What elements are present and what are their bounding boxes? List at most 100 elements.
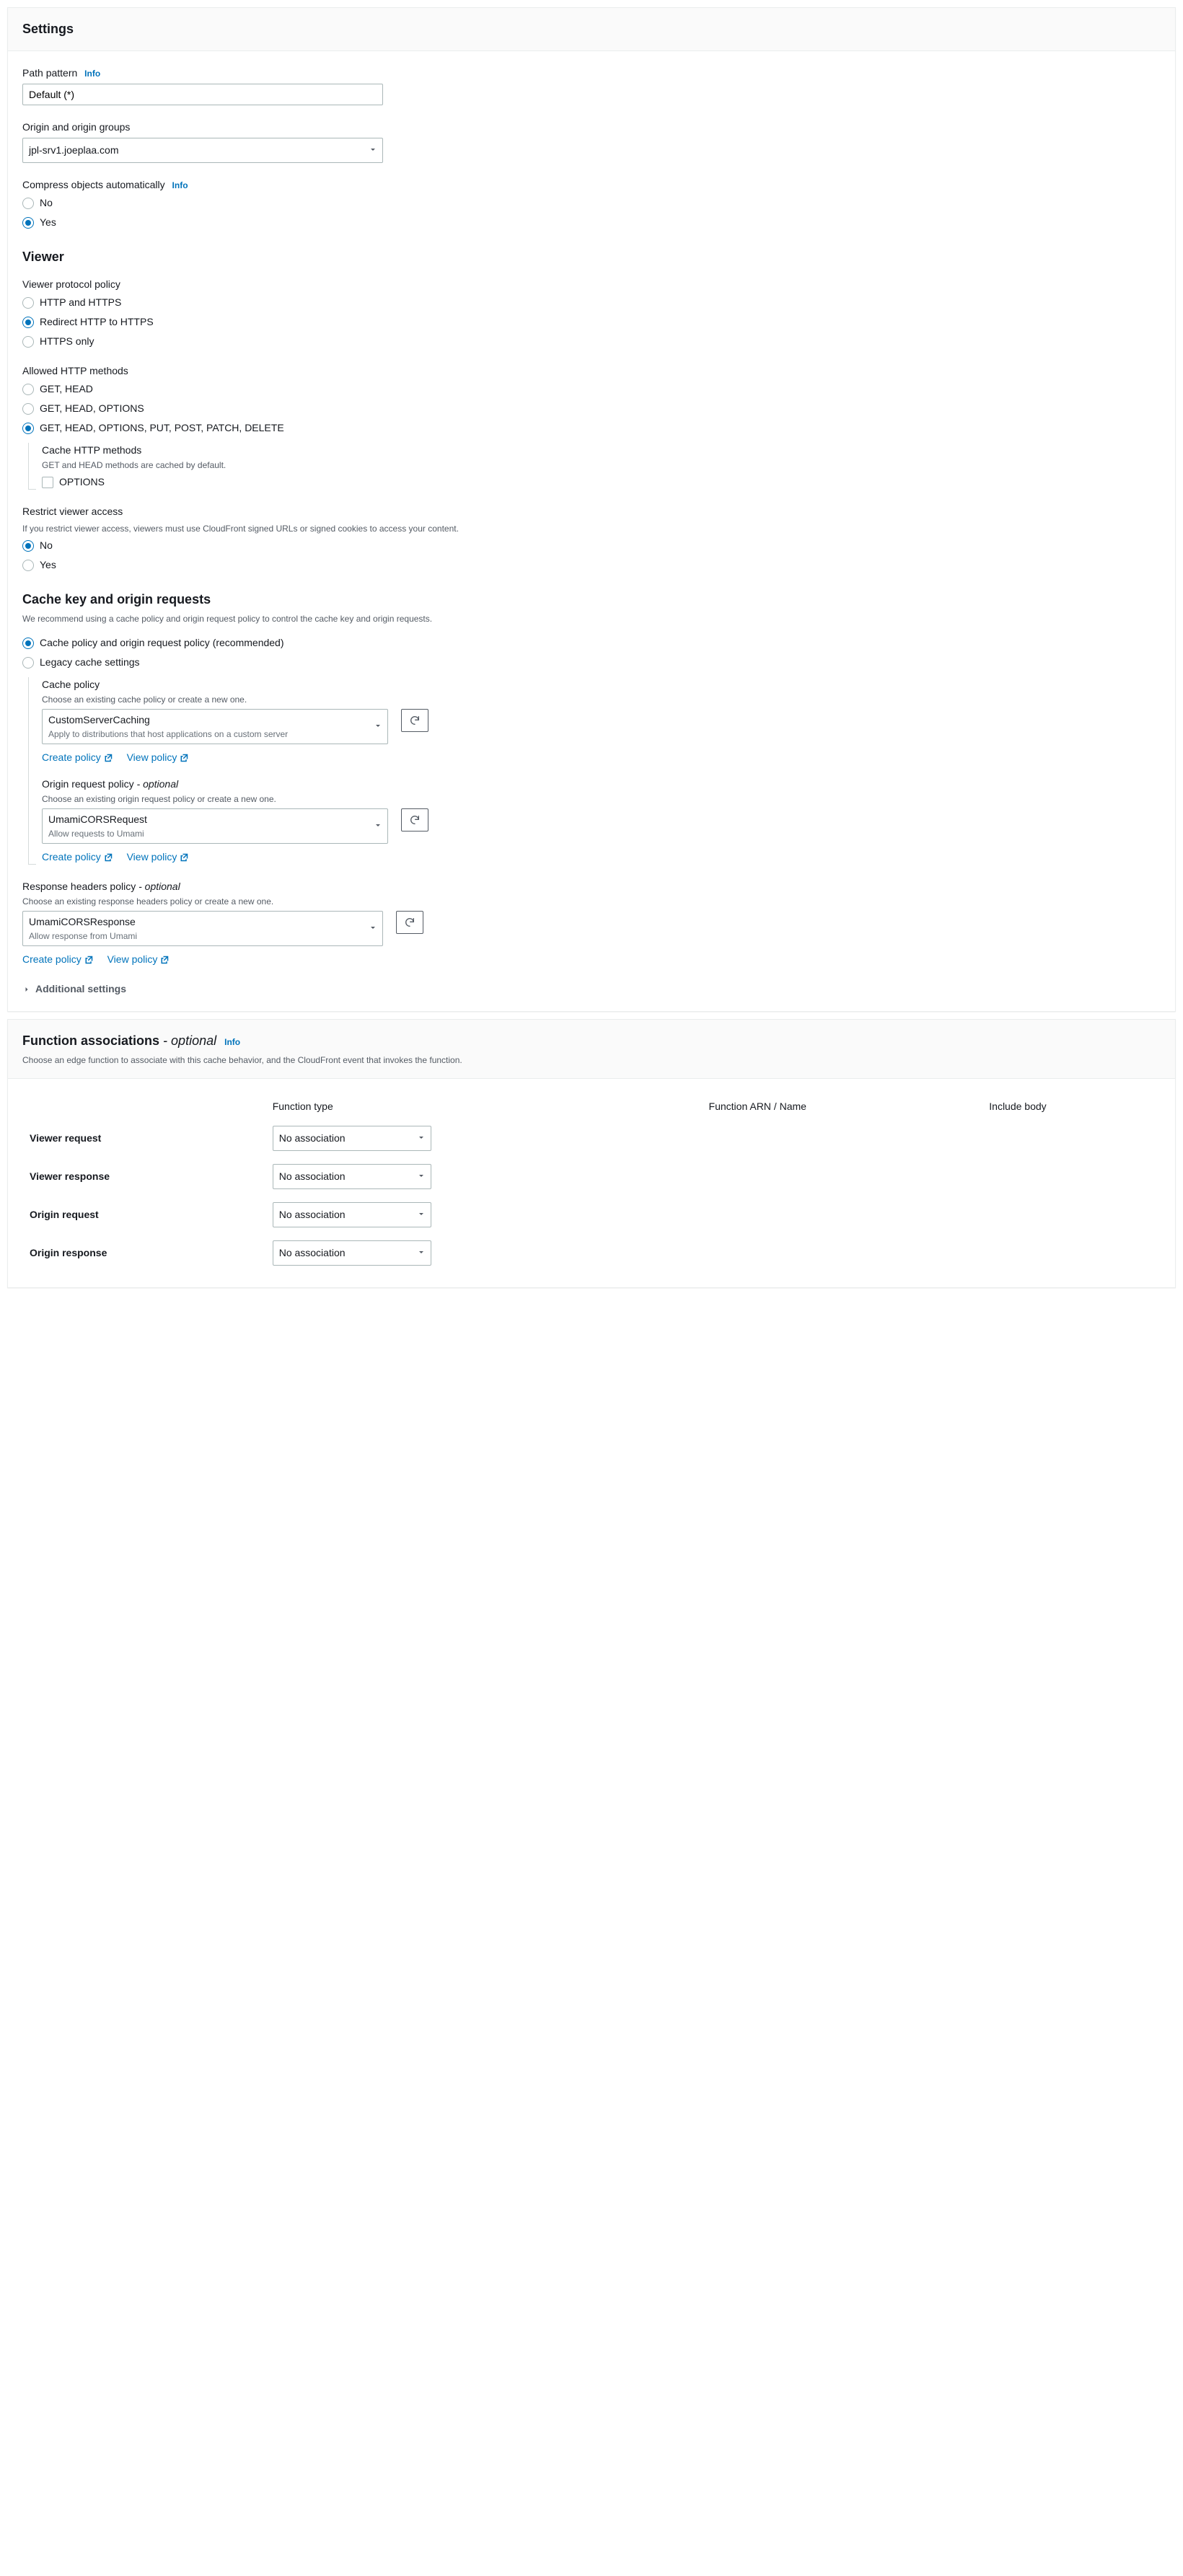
response-headers-label: Response headers policy - optional — [22, 879, 1161, 894]
settings-body: Path pattern Info Origin and origin grou… — [8, 51, 1175, 1011]
external-link-icon — [104, 754, 113, 762]
cachekey-heading: Cache key and origin requests — [22, 590, 1161, 609]
protocol-opt2: HTTPS only — [40, 334, 94, 349]
path-pattern-label: Path pattern Info — [22, 66, 1161, 81]
radio-icon-selected — [22, 423, 34, 434]
response-headers-desc: Choose an existing response headers poli… — [22, 895, 1161, 908]
origin-request-label: Origin request policy - optional — [42, 777, 1161, 792]
function-row: Origin requestNo association — [24, 1196, 1159, 1233]
compress-radio-no[interactable]: No — [22, 195, 1161, 211]
allowed-methods-field: Allowed HTTP methods GET, HEAD GET, HEAD… — [22, 363, 1161, 490]
function-row: Viewer request No association — [24, 1120, 1159, 1157]
origin-request-desc: Choose an existing origin request policy… — [42, 793, 1161, 806]
viewer-protocol-radio-http[interactable]: HTTP and HTTPS — [22, 295, 1161, 310]
cache-policy-desc: Choose an existing cache policy or creat… — [42, 693, 1161, 706]
external-link-icon — [84, 956, 93, 964]
radio-icon — [22, 336, 34, 348]
origin-request-value: UmamiCORSRequest — [48, 812, 367, 827]
cachekey-radio-policy[interactable]: Cache policy and origin request policy (… — [22, 635, 1161, 650]
methods-radio-0[interactable]: GET, HEAD — [22, 381, 1161, 397]
function-type-select[interactable]: No association — [273, 1126, 431, 1151]
path-pattern-input[interactable] — [22, 84, 383, 105]
response-headers-select[interactable]: UmamiCORSResponse Allow response from Um… — [22, 911, 383, 946]
compress-info-link[interactable]: Info — [172, 180, 188, 190]
restrict-access-field: Restrict viewer access If you restrict v… — [22, 504, 1161, 573]
external-link-icon — [104, 853, 113, 862]
path-pattern-info-link[interactable]: Info — [84, 69, 100, 79]
methods-opt2: GET, HEAD, OPTIONS, PUT, POST, PATCH, DE… — [40, 420, 284, 436]
col-blank — [24, 1095, 265, 1119]
function-type-value: No association — [279, 1132, 346, 1144]
additional-settings-toggle[interactable]: Additional settings — [22, 982, 1161, 997]
response-headers-create-link[interactable]: Create policy — [22, 952, 93, 967]
cache-policy-label: Cache policy — [42, 677, 1161, 692]
origin-select[interactable]: jpl-srv1.joeplaa.com — [22, 138, 383, 163]
response-headers-label-text: Response headers policy — [22, 881, 136, 892]
origin-request-view-link[interactable]: View policy — [127, 850, 189, 865]
origin-request-select[interactable]: UmamiCORSRequest Allow requests to Umami — [42, 808, 388, 844]
viewer-heading: Viewer — [22, 247, 1161, 267]
functions-title-text: Function associations — [22, 1033, 159, 1048]
function-type-select[interactable]: No association — [273, 1202, 431, 1227]
function-type-value: No association — [279, 1170, 346, 1182]
compress-radio-yes[interactable]: Yes — [22, 215, 1161, 230]
restrict-radio-yes[interactable]: Yes — [22, 557, 1161, 573]
response-headers-refresh-button[interactable] — [396, 911, 423, 934]
functions-body: Function type Function ARN / Name Includ… — [8, 1079, 1175, 1287]
restrict-radio-no[interactable]: No — [22, 538, 1161, 553]
caret-right-icon — [22, 985, 31, 994]
cache-methods-desc: GET and HEAD methods are cached by defau… — [42, 459, 1161, 472]
radio-icon-selected — [22, 217, 34, 229]
compress-label: Compress objects automatically Info — [22, 177, 1161, 193]
compress-no-label: No — [40, 195, 53, 211]
origin-request-create-link[interactable]: Create policy — [42, 850, 113, 865]
refresh-icon — [409, 715, 421, 726]
radio-icon-selected — [22, 317, 34, 328]
function-type-select[interactable]: No association — [273, 1240, 431, 1266]
cachekey-opt1: Legacy cache settings — [40, 655, 140, 670]
functions-info-link[interactable]: Info — [224, 1037, 240, 1047]
functions-desc: Choose an edge function to associate wit… — [22, 1054, 1161, 1067]
response-headers-sub: Allow response from Umami — [29, 930, 362, 943]
radio-icon — [22, 384, 34, 395]
radio-icon — [22, 403, 34, 415]
radio-icon-selected — [22, 540, 34, 552]
function-type-select[interactable]: No association — [273, 1164, 431, 1189]
cachekey-opt0: Cache policy and origin request policy (… — [40, 635, 284, 650]
cache-policy-refresh-button[interactable] — [401, 709, 428, 732]
restrict-yes: Yes — [40, 557, 56, 573]
viewer-protocol-radio-redirect[interactable]: Redirect HTTP to HTTPS — [22, 314, 1161, 330]
cache-policy-create-link[interactable]: Create policy — [42, 750, 113, 765]
radio-icon — [22, 297, 34, 309]
checkbox-icon — [42, 477, 53, 488]
protocol-opt0: HTTP and HTTPS — [40, 295, 121, 310]
origin-field: Origin and origin groups jpl-srv1.joepla… — [22, 120, 1161, 163]
create-policy-text: Create policy — [42, 750, 101, 765]
function-row-label: Viewer request — [24, 1120, 265, 1157]
col-include-body: Include body — [983, 1095, 1159, 1119]
response-headers-field: Response headers policy - optional Choos… — [22, 879, 1161, 967]
methods-opt0: GET, HEAD — [40, 381, 93, 397]
cache-policy-view-link[interactable]: View policy — [127, 750, 189, 765]
origin-request-refresh-button[interactable] — [401, 808, 428, 832]
restrict-no: No — [40, 538, 53, 553]
methods-radio-1[interactable]: GET, HEAD, OPTIONS — [22, 401, 1161, 416]
function-row: Viewer response No association — [24, 1158, 1159, 1195]
col-function-arn: Function ARN / Name — [703, 1095, 982, 1119]
viewer-protocol-radio-https[interactable]: HTTPS only — [22, 334, 1161, 349]
response-headers-view-link[interactable]: View policy — [107, 952, 170, 967]
cache-policy-select[interactable]: CustomServerCaching Apply to distributio… — [42, 709, 388, 744]
settings-title: Settings — [22, 22, 74, 36]
refresh-icon — [404, 917, 415, 928]
function-row-label: Viewer response — [24, 1158, 265, 1195]
external-link-icon — [180, 853, 188, 862]
functions-optional: - optional — [163, 1033, 216, 1048]
methods-radio-2[interactable]: GET, HEAD, OPTIONS, PUT, POST, PATCH, DE… — [22, 420, 1161, 436]
radio-icon — [22, 560, 34, 571]
response-headers-value: UmamiCORSResponse — [29, 914, 362, 930]
cache-methods-opt: OPTIONS — [59, 475, 105, 490]
cachekey-radio-legacy[interactable]: Legacy cache settings — [22, 655, 1161, 670]
cache-methods-options-checkbox[interactable]: OPTIONS — [42, 475, 1161, 490]
path-pattern-field: Path pattern Info — [22, 66, 1161, 105]
settings-panel: Settings Path pattern Info Origin and or… — [7, 7, 1176, 1012]
